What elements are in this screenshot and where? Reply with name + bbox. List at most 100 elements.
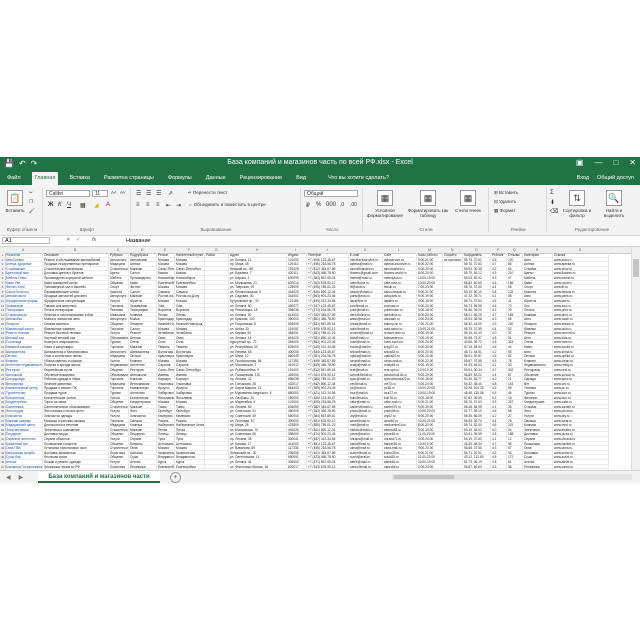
wrap-text-button[interactable]: ↵ Перенести текст <box>188 190 228 196</box>
find-select-button[interactable]: 🔍 Найти и выделить <box>596 190 632 218</box>
sort-filter-button[interactable]: ⇅ Сортировка и фильтр <box>560 190 594 218</box>
table-cell[interactable]: Перевозка грузов по РФ <box>43 464 109 470</box>
align-middle-icon[interactable]: ☰ <box>146 190 151 197</box>
column-header[interactable]: J <box>326 248 328 252</box>
format-cells-button[interactable]: ▦ Формат <box>494 208 516 214</box>
paste-button[interactable]: 📋 Вставить <box>4 190 26 213</box>
table-cell[interactable]: 56.87, 60.63 <box>463 464 491 470</box>
table-cell[interactable] <box>205 464 229 470</box>
insert-function-button[interactable]: fx <box>92 237 96 243</box>
percent-icon[interactable]: % <box>316 202 321 208</box>
column-header[interactable]: R <box>536 248 538 252</box>
tab-3[interactable]: Разметка страницы <box>101 175 157 185</box>
column-header[interactable]: F <box>188 248 190 252</box>
format-painter-icon[interactable]: 🖌 <box>29 208 35 214</box>
confirm-icon[interactable]: ✓ <box>76 237 81 243</box>
delete-cells-button[interactable]: ⊟ Удалить <box>494 199 516 205</box>
ribbon-options-icon[interactable]: ▣ <box>576 158 584 167</box>
align-center-icon[interactable]: ≡ <box>146 202 150 208</box>
italic-button[interactable]: К <box>58 202 62 208</box>
tab-1[interactable]: Главная <box>31 172 59 185</box>
increase-decimal-icon[interactable]: ,0 <box>340 202 344 208</box>
add-sheet-button[interactable]: + <box>170 472 181 483</box>
bold-button[interactable]: Ж <box>48 202 53 208</box>
table-cell[interactable]: Екатеринбург <box>157 464 175 470</box>
table-cell[interactable]: Компания Грузоперевозки <box>5 464 43 470</box>
font-size-select[interactable]: 11 <box>92 190 108 197</box>
decrease-decimal-icon[interactable]: ,00 <box>350 202 357 208</box>
column-header[interactable]: H <box>256 248 258 252</box>
column-header[interactable]: E <box>164 248 166 252</box>
copy-icon[interactable]: ❐ <box>29 199 33 205</box>
column-header[interactable]: B <box>74 248 76 252</box>
formula-input[interactable]: Название <box>126 237 626 245</box>
column-header[interactable]: S <box>579 248 581 252</box>
decrease-indent-icon[interactable]: ⇤ <box>166 202 171 209</box>
column-header[interactable]: D <box>141 248 143 252</box>
table-cell[interactable]: +7 (343) 678-90-12 <box>307 464 349 470</box>
column-header[interactable]: Q <box>513 248 516 252</box>
insert-cells-button[interactable]: ⊞ Вставить <box>494 190 518 196</box>
autosum-icon[interactable]: Σ <box>550 190 554 196</box>
column-header[interactable]: M <box>428 248 431 252</box>
scroll-thumb[interactable] <box>633 259 639 277</box>
column-header[interactable]: C <box>117 248 119 252</box>
column-header[interactable]: L <box>398 248 400 252</box>
name-box[interactable]: A1 <box>2 237 50 244</box>
column-header[interactable]: P <box>497 248 499 252</box>
align-right-icon[interactable]: ≡ <box>156 202 160 208</box>
cancel-icon[interactable]: ✕ <box>66 237 71 243</box>
column-header[interactable]: O <box>475 248 478 252</box>
table-cell[interactable]: 4.3 <box>491 464 507 470</box>
vertical-scrollbar[interactable] <box>631 247 640 470</box>
column-header[interactable]: N <box>451 248 453 252</box>
signin-link[interactable]: Вход <box>577 175 589 181</box>
tab-2[interactable]: Вставка <box>66 175 92 185</box>
close-icon[interactable]: ✕ <box>629 158 636 167</box>
shrink-font-icon[interactable]: A˅ <box>120 190 126 195</box>
sheet-next-icon[interactable]: ▶ <box>19 474 24 481</box>
table-cell[interactable]: Логистика <box>109 464 129 470</box>
table-cell[interactable]: www.cargo.ru <box>553 464 609 470</box>
format-as-table-button[interactable]: ▦ Форматировать как таблицу <box>406 190 450 218</box>
table-cell[interactable]: Екатеринбург <box>175 464 205 470</box>
table-cell[interactable]: 620017 <box>287 464 307 470</box>
horizontal-scrollbar[interactable] <box>392 474 632 480</box>
maximize-icon[interactable]: □ <box>613 158 618 167</box>
currency-icon[interactable]: ₽ <box>306 202 310 209</box>
align-top-icon[interactable]: ☰ <box>136 190 141 197</box>
table-cell[interactable]: 38 <box>507 464 523 470</box>
conditional-format-button[interactable]: ▦ Условное форматирование <box>366 190 404 218</box>
align-bottom-icon[interactable]: ☰ <box>156 190 161 197</box>
grow-font-icon[interactable]: A˄ <box>111 190 117 195</box>
borders-icon[interactable]: ▦ <box>80 202 86 209</box>
orientation-icon[interactable]: ⇗ <box>168 190 173 197</box>
column-header[interactable]: K <box>364 248 366 252</box>
fill-color-icon[interactable]: ◢ <box>94 202 99 209</box>
fill-icon[interactable]: ⬇ <box>550 199 555 206</box>
font-color-icon[interactable]: A <box>106 202 110 208</box>
tab-7[interactable]: Вид <box>293 175 309 185</box>
tab-6[interactable]: Рецензирование <box>237 175 285 185</box>
table-cell[interactable]: cargo@mail.ru <box>349 464 383 470</box>
tab-0[interactable]: Файл <box>4 175 24 185</box>
column-header[interactable]: A <box>22 248 24 252</box>
underline-button[interactable]: Ч <box>67 202 71 208</box>
table-cell[interactable]: cargo66.ru <box>383 464 417 470</box>
minimize-icon[interactable]: — <box>594 158 602 167</box>
increase-indent-icon[interactable]: ⇥ <box>176 202 181 209</box>
number-format-select[interactable]: Общий <box>304 190 358 197</box>
spreadsheet-grid[interactable]: ABCDEFGHIJKLMNOPQRS 1 2 3 4 5 6 7 8 9 10 11 12 13 14 1… <box>0 247 632 470</box>
hscroll-thumb[interactable] <box>394 475 454 479</box>
cut-icon[interactable]: ✂ <box>29 190 33 196</box>
cell-styles-button[interactable]: ▦ Стили ячеек <box>452 190 484 213</box>
tab-4[interactable]: Формулы <box>165 175 195 185</box>
tab-5[interactable]: Данные <box>203 175 229 185</box>
column-header[interactable]: I <box>295 248 296 252</box>
table-cell[interactable]: Перевозки <box>523 464 553 470</box>
table-cell[interactable]: 0:00-24:00 <box>417 464 443 470</box>
table-cell[interactable]: ул. Фронтовых бригад, 18 <box>229 464 287 470</box>
merge-center-button[interactable]: ⇔ Объединить и поместить в центре <box>188 202 266 207</box>
table-cell[interactable] <box>443 464 463 470</box>
align-left-icon[interactable]: ≡ <box>136 202 140 208</box>
